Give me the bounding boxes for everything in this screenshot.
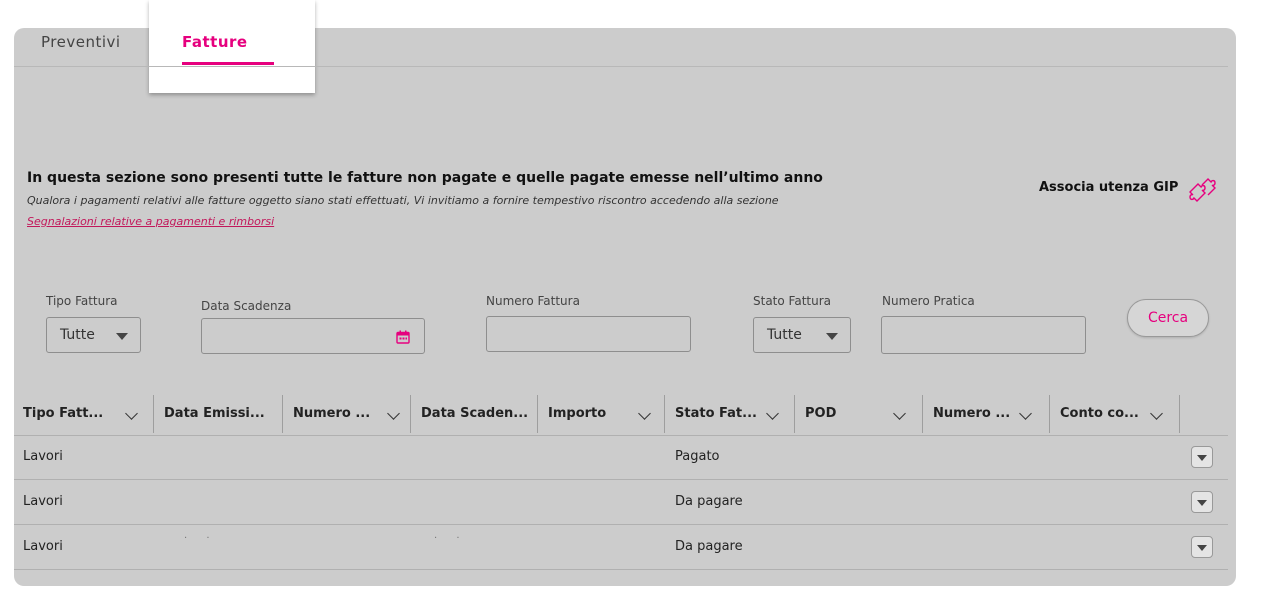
column-divider	[922, 395, 923, 433]
caret-down-icon	[1197, 500, 1207, 506]
chevron-down-icon	[1019, 407, 1032, 420]
row-expand-button[interactable]	[1191, 491, 1213, 513]
chevron-down-icon	[1150, 407, 1163, 420]
caret-down-icon	[1197, 455, 1207, 461]
numero-pratica-input[interactable]	[881, 316, 1086, 354]
column-stato-fattura[interactable]: Stato Fat...	[675, 393, 779, 435]
stato-fattura-select[interactable]: Tutte	[753, 317, 851, 353]
search-button[interactable]: Cerca	[1127, 299, 1209, 337]
redacted-date: · ·	[434, 533, 468, 544]
row-expand-button[interactable]	[1191, 536, 1213, 558]
cell-stato: Da pagare	[675, 539, 743, 554]
numero-pratica-label: Numero Pratica	[882, 294, 975, 308]
column-numero-fattura[interactable]: Numero ...	[293, 393, 400, 435]
row-expand-button[interactable]	[1191, 446, 1213, 468]
column-divider	[794, 395, 795, 433]
column-divider	[282, 395, 283, 433]
tipo-fattura-value: Tutte	[60, 327, 95, 343]
redacted-date: · ·	[184, 533, 218, 544]
cell-stato: Pagato	[675, 449, 720, 464]
caret-down-icon	[1197, 545, 1207, 551]
puzzle-icon[interactable]	[1184, 176, 1220, 204]
cell-tipo: Lavori	[23, 539, 63, 554]
tab-preventivi[interactable]: Preventivi	[41, 28, 121, 66]
column-divider	[153, 395, 154, 433]
data-scadenza-label: Data Scadenza	[201, 299, 292, 313]
tipo-fattura-select[interactable]: Tutte	[46, 317, 141, 353]
table-row: Lavori Pagato	[14, 435, 1228, 480]
tab-fatture[interactable]: Fatture	[182, 28, 248, 66]
column-divider	[537, 395, 538, 433]
active-tab-indicator	[182, 62, 274, 65]
section-description: In questa sezione sono presenti tutte le…	[27, 170, 823, 186]
chevron-down-icon	[125, 407, 138, 420]
chevron-down-icon	[766, 407, 779, 420]
stato-fattura-value: Tutte	[767, 327, 802, 343]
column-divider	[1049, 395, 1050, 433]
invoices-panel: Preventivi Fatture In questa sezione son…	[14, 0, 1236, 586]
numero-fattura-input[interactable]	[486, 316, 691, 352]
column-divider	[1179, 395, 1180, 433]
column-data-emissione[interactable]: Data Emissi...	[164, 393, 265, 435]
column-pod[interactable]: POD	[805, 393, 906, 435]
column-importo[interactable]: Importo	[548, 393, 651, 435]
stato-fattura-label: Stato Fattura	[753, 294, 831, 308]
column-numero-pratica[interactable]: Numero ...	[933, 393, 1032, 435]
column-data-scadenza[interactable]: Data Scaden...	[421, 393, 528, 435]
section-note: Qualora i pagamenti relativi alle fattur…	[27, 194, 779, 207]
cell-stato: Da pagare	[675, 494, 743, 509]
tab-bar: Preventivi Fatture	[14, 28, 1228, 67]
caret-down-icon	[826, 333, 838, 340]
column-conto-contrattuale[interactable]: Conto co...	[1060, 393, 1163, 435]
chevron-down-icon	[893, 407, 906, 420]
cell-tipo: Lavori	[23, 449, 63, 464]
table-row: Lavori · · · · Da pagare	[14, 525, 1228, 570]
tipo-fattura-label: Tipo Fattura	[46, 294, 118, 308]
cell-tipo: Lavori	[23, 494, 63, 509]
table-row: Lavori Da pagare	[14, 480, 1228, 525]
chevron-down-icon	[638, 407, 651, 420]
calendar-icon[interactable]	[396, 330, 410, 344]
payments-refunds-link[interactable]: Segnalazioni relative a pagamenti e rimb…	[27, 215, 274, 228]
table-header: Tipo Fatt... Data Emissi... Numero ... D…	[14, 393, 1228, 436]
numero-fattura-label: Numero Fattura	[486, 294, 580, 308]
data-scadenza-input[interactable]	[201, 318, 425, 354]
column-divider	[410, 395, 411, 433]
chevron-down-icon	[387, 407, 400, 420]
caret-down-icon	[116, 333, 128, 340]
associate-gip-button[interactable]: Associa utenza GIP	[1039, 180, 1178, 195]
column-divider	[664, 395, 665, 433]
column-tipo-fattura[interactable]: Tipo Fatt...	[23, 393, 138, 435]
